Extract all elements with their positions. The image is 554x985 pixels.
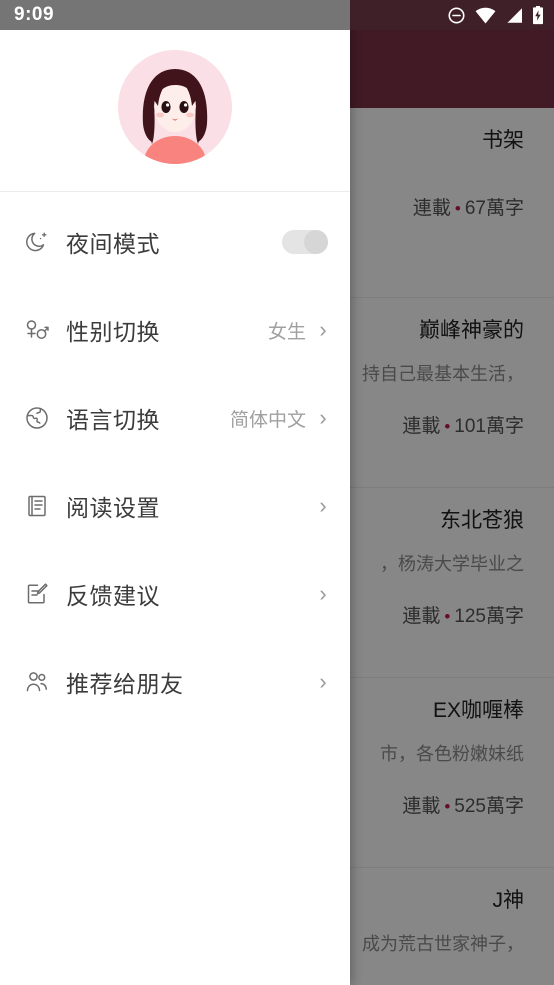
menu-item-label: 阅读设置 xyxy=(66,495,160,521)
menu-item-control: 简体中文 › xyxy=(230,405,330,432)
menu-item-label: 语言切换 xyxy=(66,407,160,433)
edit-note-icon xyxy=(22,579,52,609)
menu-item-label: 性别切换 xyxy=(66,319,160,345)
book-icon xyxy=(22,491,52,521)
menu-item-control xyxy=(282,230,330,254)
menu-item-control: 女生 › xyxy=(268,317,330,344)
night-mode-toggle[interactable] xyxy=(282,230,328,254)
menu-item-value: 简体中文 xyxy=(229,409,306,431)
chevron-right-icon[interactable]: › xyxy=(316,671,330,693)
avatar-illustration xyxy=(118,49,232,164)
menu-item-label: 反馈建议 xyxy=(66,583,160,609)
signal-icon xyxy=(505,7,523,24)
chevron-right-icon[interactable]: › xyxy=(316,583,330,605)
menu-item-label: 推荐给朋友 xyxy=(66,671,184,697)
chevron-right-icon[interactable]: › xyxy=(316,407,330,429)
menu-item-control: › xyxy=(316,671,330,693)
menu-item-gender-switch[interactable]: 性别切换 女生 › xyxy=(0,286,350,374)
menu-item-night-mode[interactable]: 夜间模式 xyxy=(0,198,350,286)
toggle-knob xyxy=(304,230,328,254)
globe-icon xyxy=(22,403,52,433)
menu-item-control: › xyxy=(316,495,330,517)
wifi-icon xyxy=(475,7,496,24)
chevron-right-icon[interactable]: › xyxy=(316,495,330,517)
status-bar-icons xyxy=(447,0,544,30)
menu-item-recommend-friend[interactable]: 推荐给朋友 › xyxy=(0,638,350,726)
menu-item-label: 夜间模式 xyxy=(66,231,160,257)
battery-charging-icon xyxy=(532,5,544,25)
menu-item-reading-settings[interactable]: 阅读设置 › xyxy=(0,462,350,550)
friends-icon xyxy=(22,667,52,697)
moon-icon xyxy=(22,227,52,257)
do-not-disturb-icon xyxy=(447,6,466,25)
avatar[interactable] xyxy=(118,49,232,164)
status-bar-clock: 9:09 xyxy=(14,4,55,25)
menu-item-language-switch[interactable]: 语言切换 简体中文 › xyxy=(0,374,350,462)
gender-icon xyxy=(22,315,52,345)
status-bar: 9:09 xyxy=(0,0,554,30)
menu-item-control: › xyxy=(316,583,330,605)
menu-item-feedback[interactable]: 反馈建议 › xyxy=(0,550,350,638)
chevron-right-icon[interactable]: › xyxy=(316,319,330,341)
menu-item-value: 女生 xyxy=(267,321,306,343)
drawer-menu: 夜间模式 性别切换 女生 › 语言切换 简体中文 › 阅读设置 › 反馈建议 ›… xyxy=(0,192,350,726)
navigation-drawer: 夜间模式 性别切换 女生 › 语言切换 简体中文 › 阅读设置 › 反馈建议 ›… xyxy=(0,0,350,985)
